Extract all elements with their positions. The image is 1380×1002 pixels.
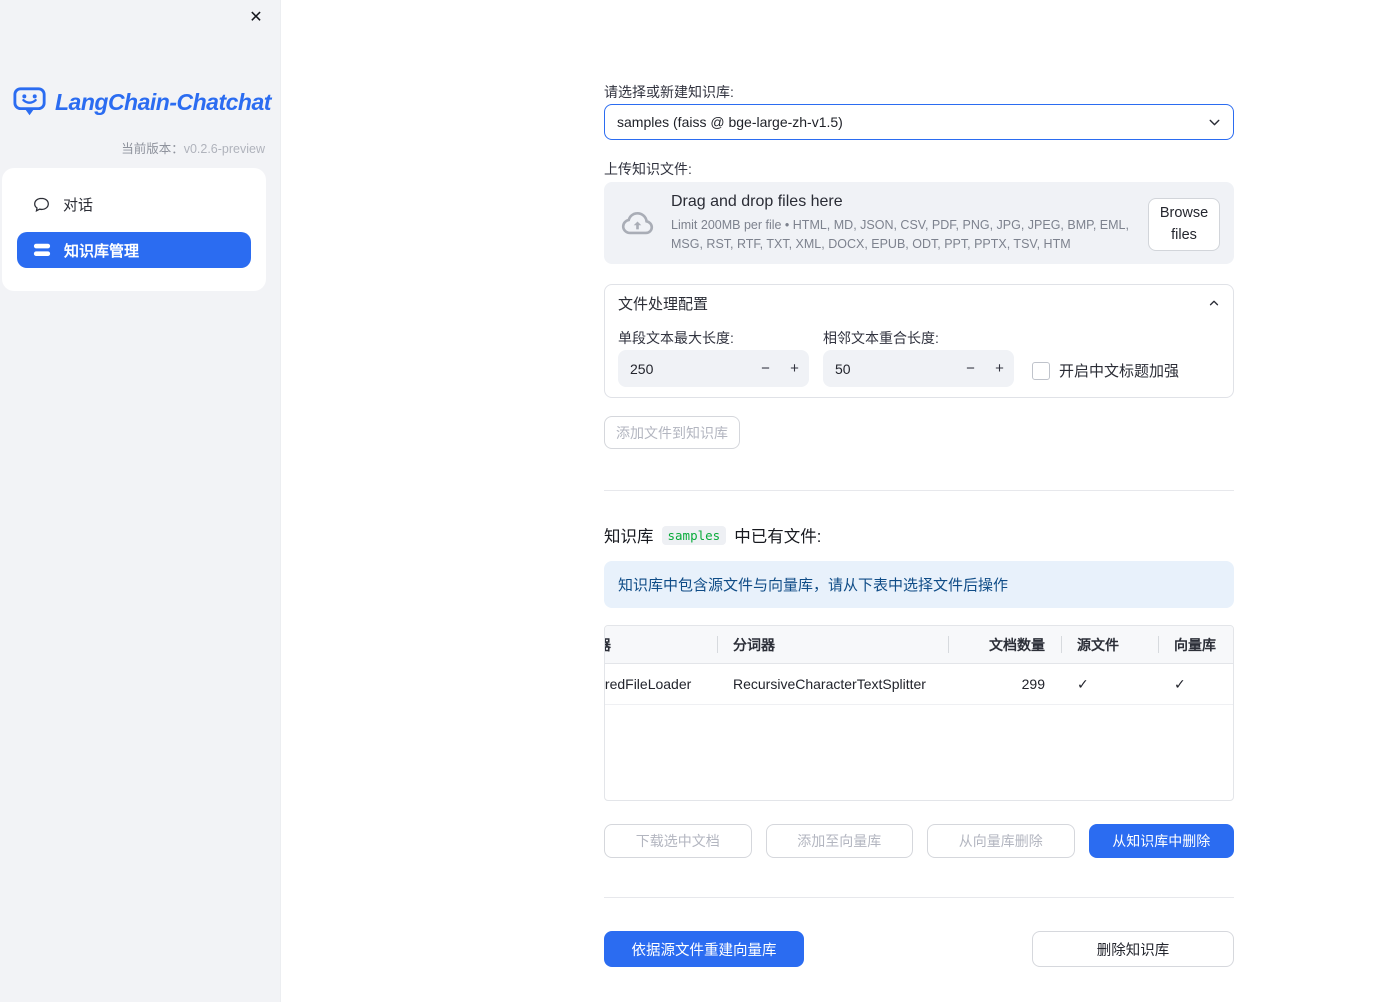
delete-from-kb-button[interactable]: 从知识库中删除 — [1088, 824, 1234, 858]
rebuild-vectorstore-button[interactable]: 依据源文件重建向量库 — [604, 931, 804, 967]
divider — [604, 490, 1234, 491]
zh-title-label[interactable]: 开启中文标题加强 — [1059, 360, 1179, 381]
plus-icon: + — [995, 360, 1004, 377]
zh-title-checkbox[interactable] — [1032, 361, 1050, 380]
config-expander-header[interactable]: 文件处理配置 — [605, 285, 1233, 321]
chunk-size-decrement-button[interactable]: − — [751, 350, 780, 387]
kb-name-code: samples — [661, 525, 727, 545]
column-header-splitter: 分词器 — [717, 626, 948, 663]
overlap-label: 相邻文本重合长度: — [823, 330, 939, 346]
overlap-input: 50 − + — [823, 350, 1014, 387]
config-expander: 文件处理配置 单段文本最大长度: 相邻文本重合长度: 250 − + 50 − … — [604, 284, 1234, 398]
browse-files-button[interactable]: Browse files — [1148, 198, 1220, 251]
info-banner: 知识库中包含源文件与向量库，请从下表中选择文件后操作 — [604, 561, 1234, 608]
upload-label: 上传知识文件: — [604, 161, 692, 177]
app-logo: LangChain-Chatchat — [13, 86, 271, 118]
main-content: 请选择或新建知识库: samples (faiss @ bge-large-zh… — [604, 0, 1234, 1002]
add-files-button[interactable]: 添加文件到知识库 — [604, 416, 740, 449]
kb-files-title: 知识库 samples 中已有文件: — [604, 523, 821, 547]
chevron-up-icon — [1209, 300, 1219, 306]
overlap-value[interactable]: 50 — [823, 361, 956, 377]
delete-kb-button[interactable]: 删除知识库 — [1032, 931, 1234, 967]
sidebar-item-dialogue[interactable]: 对话 — [17, 185, 251, 223]
cell-docs-count: 299 — [1021, 676, 1045, 692]
version-value: v0.2.6-preview — [183, 142, 265, 156]
sidebar: ✕ LangChain-Chatchat 当前版本：v0.2.6-preview… — [0, 0, 281, 1002]
dropzone-title: Drag and drop files here — [671, 193, 843, 211]
zh-title-enhance-row: 开启中文标题加强 — [1032, 360, 1179, 381]
minus-icon: − — [761, 360, 770, 377]
table-row[interactable]: UnstructuredFileLoader RecursiveCharacte… — [605, 664, 1233, 705]
overlap-decrement-button[interactable]: − — [956, 350, 985, 387]
app-window: ✕ LangChain-Chatchat 当前版本：v0.2.6-preview… — [0, 0, 1380, 1002]
cloud-upload-icon — [621, 211, 654, 234]
version-text: 当前版本：v0.2.6-preview — [121, 138, 265, 157]
cell-vector-store-check: ✓ — [1174, 675, 1186, 692]
cell-source-file-check: ✓ — [1077, 675, 1089, 692]
table-header: 文档加载器 分词器 文档数量 源文件 向量库 — [605, 626, 1233, 664]
sidebar-item-kb-management[interactable]: 知识库管理 — [17, 232, 251, 268]
close-sidebar-button[interactable]: ✕ — [244, 6, 268, 30]
table-action-buttons: 下载选中文档 添加至向量库 从向量库删除 从知识库中删除 — [604, 824, 1234, 858]
sidebar-item-label: 对话 — [63, 196, 94, 214]
chunk-size-value[interactable]: 250 — [618, 361, 751, 377]
dropzone-hint: Limit 200MB per file • HTML, MD, JSON, C… — [671, 218, 1129, 251]
chat-bubble-icon — [34, 197, 49, 212]
delete-from-vectorstore-button[interactable]: 从向量库删除 — [927, 824, 1075, 858]
kb-select-label: 请选择或新建知识库: — [604, 84, 734, 100]
minus-icon: − — [966, 360, 975, 377]
cell-loader: UnstructuredFileLoader — [605, 676, 692, 692]
chevron-down-icon — [1209, 119, 1220, 126]
files-table: 文档加载器 分词器 文档数量 源文件 向量库 UnstructuredFileL… — [604, 625, 1234, 801]
overlap-increment-button[interactable]: + — [985, 350, 1014, 387]
kb-files-title-suffix: 中已有文件: — [734, 528, 822, 546]
logo-text: LangChain-Chatchat — [55, 88, 271, 115]
add-to-vectorstore-button[interactable]: 添加至向量库 — [765, 824, 913, 858]
nav-card: 对话 知识库管理 — [2, 168, 266, 291]
file-dropzone[interactable]: Drag and drop files here Limit 200MB per… — [604, 182, 1234, 264]
divider — [604, 897, 1234, 898]
download-selected-docs-button[interactable]: 下载选中文档 — [604, 824, 752, 858]
config-expander-title: 文件处理配置 — [618, 295, 709, 313]
cell-splitter: RecursiveCharacterTextSplitter — [733, 676, 926, 692]
kb-select-value: samples (faiss @ bge-large-zh-v1.5) — [617, 114, 843, 130]
sidebar-item-label: 知识库管理 — [64, 242, 140, 260]
kb-files-title-prefix: 知识库 — [604, 528, 654, 546]
plus-icon: + — [790, 360, 799, 377]
chunk-size-input: 250 − + — [618, 350, 809, 387]
dropzone-texts: Drag and drop files here Limit 200MB per… — [671, 193, 1143, 252]
column-header-docs-count: 文档数量 — [948, 626, 1061, 663]
close-icon: ✕ — [249, 9, 263, 26]
chunk-size-increment-button[interactable]: + — [780, 350, 809, 387]
chunk-size-label: 单段文本最大长度: — [618, 330, 734, 346]
version-label: 当前版本： — [121, 142, 184, 156]
info-banner-text: 知识库中包含源文件与向量库，请从下表中选择文件后操作 — [618, 577, 1009, 594]
chatbot-logo-icon — [13, 87, 46, 116]
column-header-loader: 文档加载器 — [605, 626, 717, 663]
column-header-source-file: 源文件 — [1061, 626, 1158, 663]
knowledge-base-icon — [33, 243, 51, 257]
column-header-vector-store: 向量库 — [1158, 626, 1233, 663]
kb-select[interactable]: samples (faiss @ bge-large-zh-v1.5) — [604, 104, 1234, 140]
